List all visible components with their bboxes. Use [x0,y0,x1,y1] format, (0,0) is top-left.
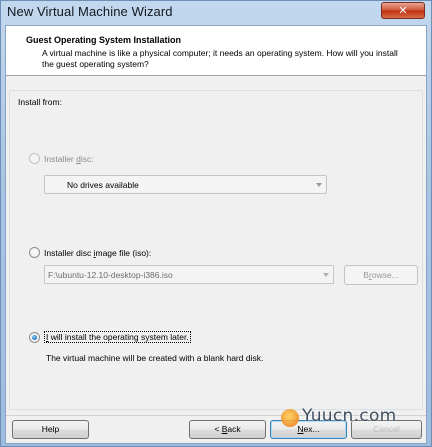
chevron-down-icon [316,183,322,187]
wizard-header: Guest Operating System Installation A vi… [6,26,426,76]
installer-disc-label: Installer disc: [44,153,94,164]
title-bar[interactable]: New Virtual Machine Wizard ✕ [1,1,431,24]
wizard-window: New Virtual Machine Wizard ✕ Guest Opera… [0,0,432,447]
window-title: New Virtual Machine Wizard [7,4,173,19]
page-title: Guest Operating System Installation [26,35,182,45]
install-from-label: Install from: [18,97,62,107]
close-button[interactable]: ✕ [381,2,425,19]
watermark-text: Yuucn.com [302,406,397,426]
disc-image-radio[interactable] [29,247,40,258]
install-later-radio[interactable] [29,331,40,343]
wizard-body: Guest Operating System Installation A vi… [5,25,427,444]
drive-select[interactable]: No drives available [44,175,327,194]
install-later-label: I will install the operating system late… [44,331,191,343]
install-from-group: Install from: Installer disc: No drives … [9,90,423,410]
iso-path-input[interactable]: F:\ubuntu-12.10-desktop-i386.iso [44,265,334,284]
help-button[interactable]: Help [12,420,89,439]
page-description: A virtual machine is like a physical com… [42,48,398,69]
installer-disc-radio[interactable] [29,153,40,164]
iso-path-value: F:\ubuntu-12.10-desktop-i386.iso [48,270,173,280]
disc-image-label: Installer disc image file (iso): [44,247,152,258]
chevron-down-icon [323,273,329,277]
browse-button[interactable]: Browse... [344,265,418,285]
install-later-option[interactable]: I will install the operating system late… [29,331,191,343]
installer-disc-option[interactable]: Installer disc: [29,153,94,164]
close-icon: ✕ [398,4,408,17]
disc-image-option[interactable]: Installer disc image file (iso): [29,247,151,258]
drive-select-value: No drives available [67,180,139,190]
watermark-logo-icon [281,409,299,427]
back-button[interactable]: < Back [189,420,266,439]
install-later-description: The virtual machine will be created with… [46,353,264,363]
